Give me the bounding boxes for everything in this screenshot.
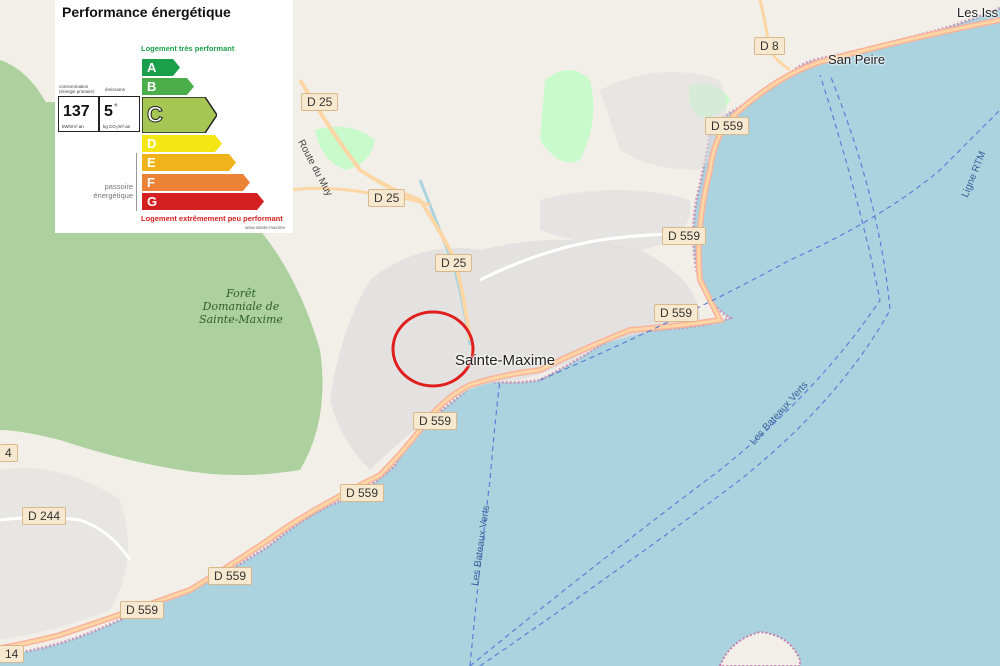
dpe-class-letter: A — [147, 60, 157, 75]
forest-label: Forêt Domaniale de Sainte-Maxime — [199, 287, 283, 326]
dpe-emission-unit: kg CO₂/m².an — [103, 124, 131, 129]
dpe-class-letter: D — [147, 136, 157, 151]
town-label-san-peire: San Peire — [828, 52, 886, 67]
road-label-d244: D 244 — [22, 507, 67, 525]
road-label-d559: D 559 — [120, 601, 165, 619]
dpe-consumption-caption: consommation (énergie primaire) — [59, 84, 95, 94]
energy-performance-label: Performance énergétique Logement très pe… — [55, 0, 293, 233]
dpe-emission-value-wrap: 5* — [104, 102, 118, 121]
town-label-les-iss: Les Iss — [957, 5, 999, 20]
road-label-d559: D 559 — [705, 117, 750, 135]
road-label-d559: D 559 — [208, 567, 253, 585]
dpe-class-g: G — [142, 193, 264, 210]
dpe-class-f: F — [142, 174, 250, 191]
dpe-class-a: A — [142, 59, 180, 76]
dpe-class-letter: C — [147, 102, 164, 128]
dpe-class-letter: G — [147, 194, 158, 209]
dpe-class-e: E — [142, 154, 236, 171]
dpe-footer: www.sainte-maxime — [245, 225, 286, 230]
dpe-top-label: Logement très performant — [141, 44, 235, 53]
road-label-d8: D 8 — [754, 37, 785, 55]
dpe-bottom-label: Logement extrêmement peu performant — [141, 214, 283, 223]
dpe-passoire-label: passoire énergétique — [93, 182, 133, 200]
dpe-emission-box: 5* kg CO₂/m².an — [99, 96, 140, 132]
town-label-sainte-maxime: Sainte-Maxime — [455, 352, 556, 369]
road-label-d559: D 559 — [413, 412, 458, 430]
dpe-class-d: D — [142, 135, 222, 152]
dpe-consumption-value: 137 — [63, 103, 90, 120]
dpe-emission-value: 5 — [104, 103, 113, 120]
dpe-consumption-box: 137 kWh/m².an — [58, 96, 99, 132]
road-label-d25: D 25 — [301, 93, 339, 111]
dpe-class-b: B — [142, 78, 194, 95]
road-label-d559: D 559 — [662, 227, 707, 245]
dpe-class-c: C — [142, 97, 217, 133]
dpe-class-letter: E — [147, 155, 156, 170]
dpe-class-letter: B — [147, 79, 157, 94]
dpe-emission-star: * — [113, 102, 118, 113]
road-label-edge: 4 — [0, 444, 18, 462]
road-label-d25: D 25 — [368, 189, 406, 207]
dpe-passoire-bracket — [136, 153, 137, 211]
road-label-d559: D 559 — [340, 484, 385, 502]
dpe-emission-caption: émissions — [105, 87, 126, 92]
road-label-edge: 14 — [0, 645, 25, 663]
dpe-class-letter: F — [147, 175, 155, 190]
dpe-consumption-unit: kWh/m².an — [62, 124, 84, 129]
road-label-d559: D 559 — [654, 304, 699, 322]
road-label-d25: D 25 — [435, 254, 473, 272]
dpe-title: Performance énergétique — [62, 4, 231, 20]
